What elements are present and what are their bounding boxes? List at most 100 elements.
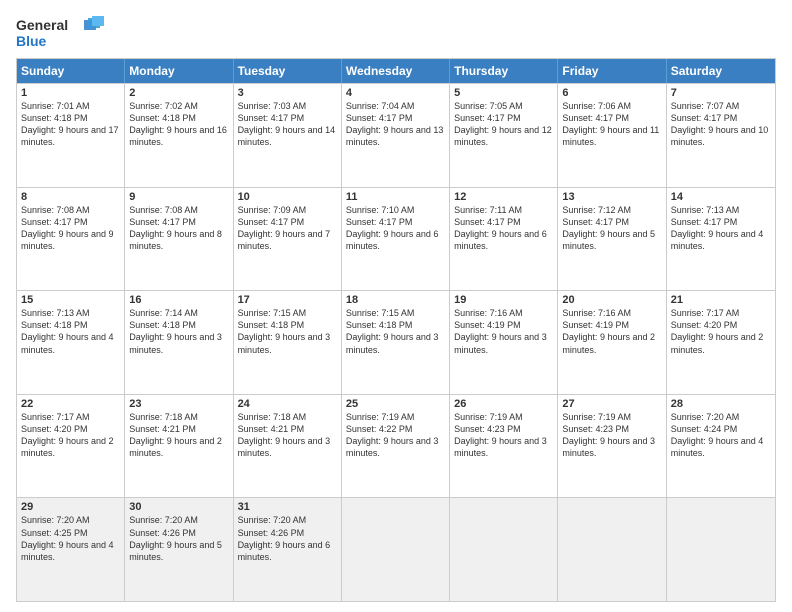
calendar-week-4: 22Sunrise: 7:17 AMSunset: 4:20 PMDayligh… xyxy=(17,394,775,498)
day-number: 4 xyxy=(346,87,445,99)
day-number: 7 xyxy=(671,87,771,99)
calendar-day-11[interactable]: 11Sunrise: 7:10 AMSunset: 4:17 PMDayligh… xyxy=(342,188,450,291)
calendar-day-9[interactable]: 9Sunrise: 7:08 AMSunset: 4:17 PMDaylight… xyxy=(125,188,233,291)
calendar-body: 1Sunrise: 7:01 AMSunset: 4:18 PMDaylight… xyxy=(17,83,775,601)
calendar-day-31[interactable]: 31Sunrise: 7:20 AMSunset: 4:26 PMDayligh… xyxy=(234,498,342,601)
calendar-container: General Blue SundayMondayTuesdayWednesda… xyxy=(0,0,792,612)
calendar-day-3[interactable]: 3Sunrise: 7:03 AMSunset: 4:17 PMDaylight… xyxy=(234,84,342,187)
day-number: 19 xyxy=(454,294,553,306)
header-day-thursday: Thursday xyxy=(450,59,558,83)
day-info: Sunrise: 7:14 AMSunset: 4:18 PMDaylight:… xyxy=(129,307,228,356)
header-day-saturday: Saturday xyxy=(667,59,775,83)
logo-svg: General Blue xyxy=(16,12,106,52)
day-info: Sunrise: 7:04 AMSunset: 4:17 PMDaylight:… xyxy=(346,100,445,149)
day-info: Sunrise: 7:16 AMSunset: 4:19 PMDaylight:… xyxy=(454,307,553,356)
header-day-sunday: Sunday xyxy=(17,59,125,83)
day-number: 21 xyxy=(671,294,771,306)
calendar-day-10[interactable]: 10Sunrise: 7:09 AMSunset: 4:17 PMDayligh… xyxy=(234,188,342,291)
calendar-day-7[interactable]: 7Sunrise: 7:07 AMSunset: 4:17 PMDaylight… xyxy=(667,84,775,187)
calendar: SundayMondayTuesdayWednesdayThursdayFrid… xyxy=(16,58,776,602)
day-number: 26 xyxy=(454,398,553,410)
calendar-day-16[interactable]: 16Sunrise: 7:14 AMSunset: 4:18 PMDayligh… xyxy=(125,291,233,394)
day-info: Sunrise: 7:02 AMSunset: 4:18 PMDaylight:… xyxy=(129,100,228,149)
day-number: 16 xyxy=(129,294,228,306)
calendar-day-20[interactable]: 20Sunrise: 7:16 AMSunset: 4:19 PMDayligh… xyxy=(558,291,666,394)
calendar-week-2: 8Sunrise: 7:08 AMSunset: 4:17 PMDaylight… xyxy=(17,187,775,291)
calendar-week-1: 1Sunrise: 7:01 AMSunset: 4:18 PMDaylight… xyxy=(17,83,775,187)
day-info: Sunrise: 7:01 AMSunset: 4:18 PMDaylight:… xyxy=(21,100,120,149)
calendar-day-23[interactable]: 23Sunrise: 7:18 AMSunset: 4:21 PMDayligh… xyxy=(125,395,233,498)
calendar-day-26[interactable]: 26Sunrise: 7:19 AMSunset: 4:23 PMDayligh… xyxy=(450,395,558,498)
calendar-day-28[interactable]: 28Sunrise: 7:20 AMSunset: 4:24 PMDayligh… xyxy=(667,395,775,498)
day-info: Sunrise: 7:17 AMSunset: 4:20 PMDaylight:… xyxy=(671,307,771,356)
calendar-day-14[interactable]: 14Sunrise: 7:13 AMSunset: 4:17 PMDayligh… xyxy=(667,188,775,291)
day-info: Sunrise: 7:08 AMSunset: 4:17 PMDaylight:… xyxy=(21,204,120,253)
day-number: 14 xyxy=(671,191,771,203)
calendar-day-22[interactable]: 22Sunrise: 7:17 AMSunset: 4:20 PMDayligh… xyxy=(17,395,125,498)
day-info: Sunrise: 7:20 AMSunset: 4:26 PMDaylight:… xyxy=(238,514,337,563)
calendar-day-29[interactable]: 29Sunrise: 7:20 AMSunset: 4:25 PMDayligh… xyxy=(17,498,125,601)
calendar-day-12[interactable]: 12Sunrise: 7:11 AMSunset: 4:17 PMDayligh… xyxy=(450,188,558,291)
day-info: Sunrise: 7:19 AMSunset: 4:23 PMDaylight:… xyxy=(562,411,661,460)
day-number: 25 xyxy=(346,398,445,410)
day-info: Sunrise: 7:19 AMSunset: 4:22 PMDaylight:… xyxy=(346,411,445,460)
calendar-week-5: 29Sunrise: 7:20 AMSunset: 4:25 PMDayligh… xyxy=(17,497,775,601)
calendar-day-5[interactable]: 5Sunrise: 7:05 AMSunset: 4:17 PMDaylight… xyxy=(450,84,558,187)
day-info: Sunrise: 7:05 AMSunset: 4:17 PMDaylight:… xyxy=(454,100,553,149)
calendar-day-8[interactable]: 8Sunrise: 7:08 AMSunset: 4:17 PMDaylight… xyxy=(17,188,125,291)
day-info: Sunrise: 7:07 AMSunset: 4:17 PMDaylight:… xyxy=(671,100,771,149)
day-number: 28 xyxy=(671,398,771,410)
day-number: 1 xyxy=(21,87,120,99)
day-info: Sunrise: 7:18 AMSunset: 4:21 PMDaylight:… xyxy=(129,411,228,460)
calendar-day-15[interactable]: 15Sunrise: 7:13 AMSunset: 4:18 PMDayligh… xyxy=(17,291,125,394)
header-day-friday: Friday xyxy=(558,59,666,83)
day-number: 9 xyxy=(129,191,228,203)
day-info: Sunrise: 7:17 AMSunset: 4:20 PMDaylight:… xyxy=(21,411,120,460)
day-info: Sunrise: 7:18 AMSunset: 4:21 PMDaylight:… xyxy=(238,411,337,460)
calendar-day-6[interactable]: 6Sunrise: 7:06 AMSunset: 4:17 PMDaylight… xyxy=(558,84,666,187)
day-number: 24 xyxy=(238,398,337,410)
day-info: Sunrise: 7:20 AMSunset: 4:26 PMDaylight:… xyxy=(129,514,228,563)
day-info: Sunrise: 7:16 AMSunset: 4:19 PMDaylight:… xyxy=(562,307,661,356)
calendar-day-18[interactable]: 18Sunrise: 7:15 AMSunset: 4:18 PMDayligh… xyxy=(342,291,450,394)
day-info: Sunrise: 7:20 AMSunset: 4:24 PMDaylight:… xyxy=(671,411,771,460)
day-info: Sunrise: 7:11 AMSunset: 4:17 PMDaylight:… xyxy=(454,204,553,253)
day-info: Sunrise: 7:03 AMSunset: 4:17 PMDaylight:… xyxy=(238,100,337,149)
day-info: Sunrise: 7:06 AMSunset: 4:17 PMDaylight:… xyxy=(562,100,661,149)
day-number: 13 xyxy=(562,191,661,203)
day-info: Sunrise: 7:12 AMSunset: 4:17 PMDaylight:… xyxy=(562,204,661,253)
empty-cell xyxy=(667,498,775,601)
day-info: Sunrise: 7:19 AMSunset: 4:23 PMDaylight:… xyxy=(454,411,553,460)
calendar-day-24[interactable]: 24Sunrise: 7:18 AMSunset: 4:21 PMDayligh… xyxy=(234,395,342,498)
day-info: Sunrise: 7:20 AMSunset: 4:25 PMDaylight:… xyxy=(21,514,120,563)
svg-text:Blue: Blue xyxy=(16,33,47,49)
day-info: Sunrise: 7:09 AMSunset: 4:17 PMDaylight:… xyxy=(238,204,337,253)
day-number: 5 xyxy=(454,87,553,99)
calendar-day-13[interactable]: 13Sunrise: 7:12 AMSunset: 4:17 PMDayligh… xyxy=(558,188,666,291)
day-number: 8 xyxy=(21,191,120,203)
day-info: Sunrise: 7:15 AMSunset: 4:18 PMDaylight:… xyxy=(346,307,445,356)
day-number: 30 xyxy=(129,501,228,513)
day-number: 3 xyxy=(238,87,337,99)
calendar-day-2[interactable]: 2Sunrise: 7:02 AMSunset: 4:18 PMDaylight… xyxy=(125,84,233,187)
calendar-day-4[interactable]: 4Sunrise: 7:04 AMSunset: 4:17 PMDaylight… xyxy=(342,84,450,187)
header-day-tuesday: Tuesday xyxy=(234,59,342,83)
day-number: 20 xyxy=(562,294,661,306)
empty-cell xyxy=(342,498,450,601)
day-number: 17 xyxy=(238,294,337,306)
calendar-day-21[interactable]: 21Sunrise: 7:17 AMSunset: 4:20 PMDayligh… xyxy=(667,291,775,394)
svg-text:General: General xyxy=(16,17,68,33)
calendar-day-19[interactable]: 19Sunrise: 7:16 AMSunset: 4:19 PMDayligh… xyxy=(450,291,558,394)
day-number: 15 xyxy=(21,294,120,306)
day-number: 12 xyxy=(454,191,553,203)
calendar-day-1[interactable]: 1Sunrise: 7:01 AMSunset: 4:18 PMDaylight… xyxy=(17,84,125,187)
calendar-day-17[interactable]: 17Sunrise: 7:15 AMSunset: 4:18 PMDayligh… xyxy=(234,291,342,394)
calendar-week-3: 15Sunrise: 7:13 AMSunset: 4:18 PMDayligh… xyxy=(17,290,775,394)
day-info: Sunrise: 7:08 AMSunset: 4:17 PMDaylight:… xyxy=(129,204,228,253)
header-day-wednesday: Wednesday xyxy=(342,59,450,83)
calendar-day-25[interactable]: 25Sunrise: 7:19 AMSunset: 4:22 PMDayligh… xyxy=(342,395,450,498)
calendar-day-27[interactable]: 27Sunrise: 7:19 AMSunset: 4:23 PMDayligh… xyxy=(558,395,666,498)
calendar-day-30[interactable]: 30Sunrise: 7:20 AMSunset: 4:26 PMDayligh… xyxy=(125,498,233,601)
header-day-monday: Monday xyxy=(125,59,233,83)
day-number: 31 xyxy=(238,501,337,513)
